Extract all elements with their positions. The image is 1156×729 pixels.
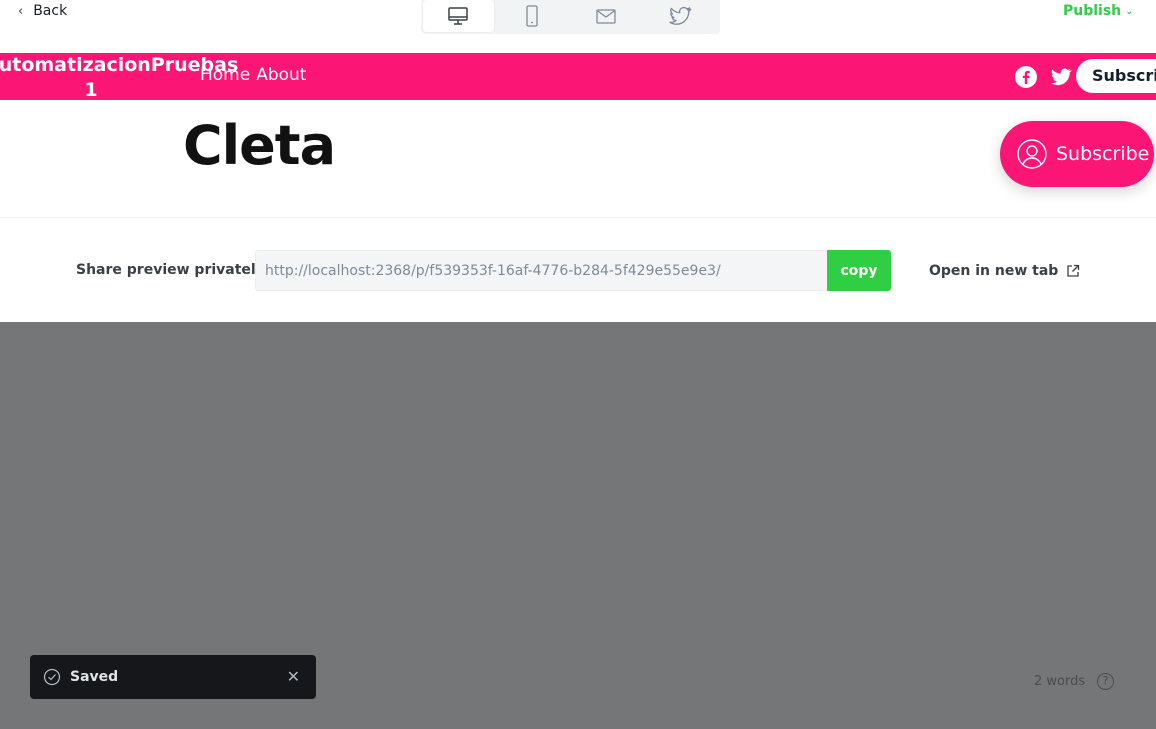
desktop-icon [448,7,469,25]
user-icon [1017,139,1047,169]
site-header: Cleta Subscribe [0,100,1156,218]
preview-url-input[interactable] [255,250,827,291]
notification-message: Saved [70,669,119,685]
site-navigation: AutomatizacionPruebas 1 Home About Subsc… [0,53,1156,100]
publish-button[interactable]: Publish ⌄ [1063,3,1134,19]
twitter-icon [668,6,692,25]
facebook-icon[interactable] [1014,65,1038,89]
twitter-preview-button[interactable] [644,0,715,32]
mobile-preview-button[interactable] [497,0,568,32]
site-title[interactable]: AutomatizacionPruebas 1 [0,53,238,100]
help-icon[interactable]: ? [1097,673,1114,690]
mobile-icon [526,5,538,27]
share-preview-bar: Share preview privately copy Open in new… [0,218,1156,322]
nav-link-about[interactable]: About [256,65,306,85]
chevron-left-icon: ‹ [18,3,24,19]
device-switcher [421,0,720,34]
desktop-preview-button[interactable] [423,0,494,32]
copy-button[interactable]: copy [827,250,891,291]
check-circle-icon [43,668,61,686]
saved-notification: Saved ✕ [30,655,316,699]
site-brand-logo[interactable]: Cleta [183,114,336,177]
word-count: 2 words [1034,674,1086,689]
twitter-icon[interactable] [1049,65,1073,89]
email-icon [596,9,616,24]
chevron-down-icon: ⌄ [1125,5,1134,17]
floating-subscribe-label: Subscribe [1056,143,1150,165]
close-icon[interactable]: ✕ [287,667,300,686]
nav-link-home[interactable]: Home [200,65,250,85]
back-label: Back [33,3,68,19]
nav-subscribe-button[interactable]: Subscribe [1076,59,1156,93]
open-in-new-tab-label: Open in new tab [929,263,1059,279]
back-button[interactable]: ‹ Back [18,3,67,19]
external-link-icon [1067,264,1080,277]
open-in-new-tab-link[interactable]: Open in new tab [929,263,1080,279]
email-preview-button[interactable] [571,0,642,32]
preview-toolbar: ‹ Back Publish ⌄ [0,0,1156,53]
share-preview-label: Share preview privately [76,262,265,278]
publish-label: Publish [1063,3,1122,19]
site-nav-links: Home About [200,65,306,85]
floating-subscribe-button[interactable]: Subscribe [1000,121,1154,187]
